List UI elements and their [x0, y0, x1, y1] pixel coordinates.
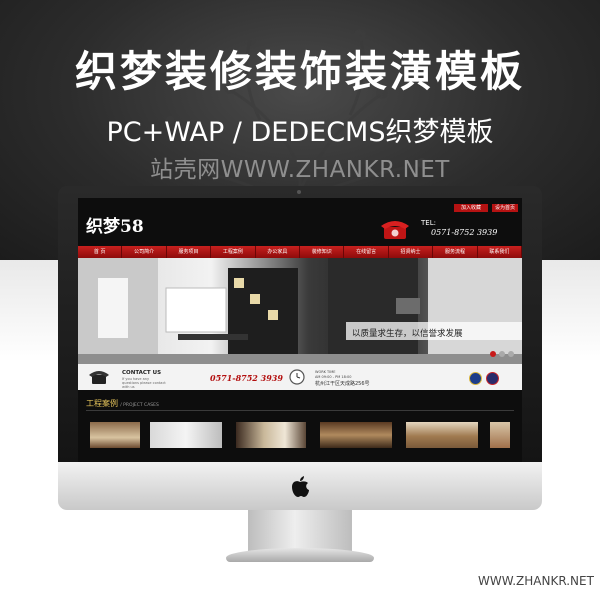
nav-item-jobs[interactable]: 招贤纳士: [389, 246, 434, 258]
set-homepage-button[interactable]: 设为首页: [492, 204, 518, 212]
nav-item-knowledge[interactable]: 装修知识: [300, 246, 345, 258]
nav-item-cases[interactable]: 工程案例: [211, 246, 256, 258]
phone-icon: [381, 221, 409, 239]
nav-item-about[interactable]: 公司简介: [122, 246, 167, 258]
case-thumbnail-image: [90, 422, 140, 448]
banner-subtitle: PC+WAP / DEDECMS织梦模板: [106, 117, 494, 148]
company-address: 杭州江干区天成路256号: [315, 381, 370, 387]
case-thumbnail-image: [150, 422, 222, 448]
contact-bar: CONTACT US If you have any questions ple…: [78, 364, 522, 390]
project-cases-title-cn: 工程案例: [86, 399, 118, 408]
slide-dot-1[interactable]: [490, 351, 496, 357]
nav-item-services[interactable]: 服务项目: [167, 246, 212, 258]
contact-number: 0571-8752 3939: [210, 373, 283, 383]
main-nav: 首 页 公司简介 服务项目 工程案例 办公家具 装修知识 在线留言 招贤纳士 服…: [78, 246, 522, 258]
tel-label: TEL:: [421, 219, 436, 227]
case-thumbnail-image: [406, 422, 478, 448]
case-thumbnail[interactable]: [150, 422, 222, 448]
work-time-title: WORK TIME: [315, 370, 336, 374]
section-divider: [86, 410, 514, 411]
watermark: WWW.ZHANKR.NET: [478, 574, 594, 588]
case-thumbnail-image: [236, 422, 306, 448]
website-preview-screen: 织梦58 加入收藏 设为首页 TEL: 0571-8752 3939 首 页 公…: [78, 198, 522, 462]
banner-title: 织梦装修装饰装潢模板: [74, 47, 525, 96]
case-thumbnail[interactable]: [90, 422, 140, 448]
case-thumbnail[interactable]: [236, 422, 306, 448]
nav-item-home[interactable]: 首 页: [78, 246, 123, 258]
clock-icon: [289, 369, 305, 385]
case-thumbnail[interactable]: [490, 422, 510, 448]
hero-interior-image: [78, 258, 522, 364]
banner-site-name: 站壳网WWW.ZHANKR.NET: [150, 157, 450, 183]
monitor-camera: [297, 190, 301, 194]
case-thumbnail[interactable]: [320, 422, 392, 448]
slide-dot-2[interactable]: [499, 351, 505, 357]
work-time-hours: AM 09:00 - PM 18:00: [315, 375, 352, 379]
site-logo[interactable]: 织梦58: [86, 212, 144, 237]
hero-slogan: 以质量求生存，以信誉求发展: [352, 329, 463, 339]
phone-icon: [89, 371, 109, 384]
add-favorite-button[interactable]: 加入收藏: [454, 204, 488, 212]
nav-item-contact[interactable]: 联系我们: [478, 246, 522, 258]
project-cases-title-en: / PROJECT CASES: [120, 403, 159, 408]
nav-item-furniture[interactable]: 办公家具: [256, 246, 301, 258]
project-cases-heading: 工程案例 / PROJECT CASES: [86, 398, 159, 409]
nav-item-message[interactable]: 在线留言: [344, 246, 389, 258]
contact-description: If you have any questions please contact…: [122, 377, 166, 389]
apple-logo-icon: [292, 476, 309, 497]
certification-badge-2-icon: [486, 372, 499, 385]
monitor-stand-foot: [226, 548, 374, 562]
contact-title: CONTACT US: [122, 370, 162, 376]
case-thumbnail-image: [320, 422, 392, 448]
nav-item-process[interactable]: 服务流程: [433, 246, 478, 258]
case-thumbnail[interactable]: [406, 422, 478, 448]
certification-badge-1-icon: [469, 372, 482, 385]
hero-slideshow[interactable]: 以质量求生存，以信誉求发展: [78, 258, 522, 364]
slide-dot-3[interactable]: [508, 351, 514, 357]
case-thumbnail-image: [490, 422, 510, 448]
tel-number: 0571-8752 3939: [431, 228, 498, 237]
